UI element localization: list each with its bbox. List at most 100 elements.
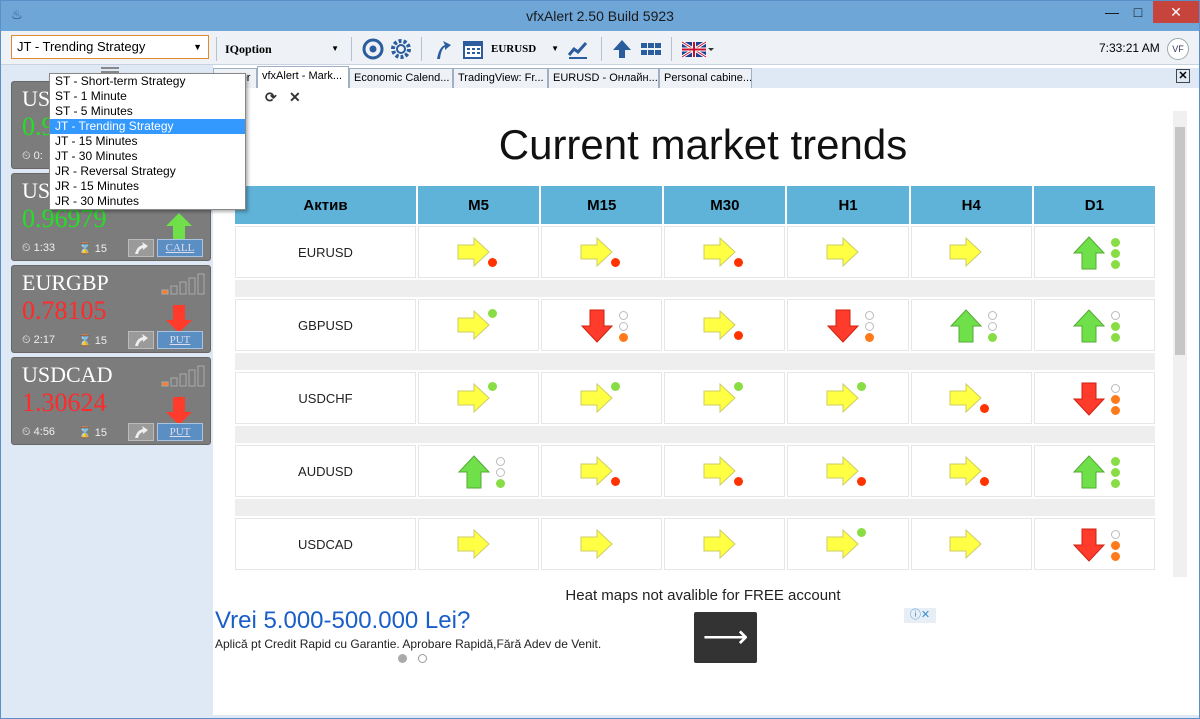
minimize-button[interactable]: — <box>1099 1 1125 23</box>
tab-3[interactable]: TradingView: Fr... <box>453 68 548 88</box>
strategy-option[interactable]: ST - 1 Minute <box>50 89 245 104</box>
maximize-button[interactable]: □ <box>1125 1 1151 23</box>
strategy-select[interactable]: JT - Trending Strategy ▼ <box>11 35 209 59</box>
close-button[interactable]: ✕ <box>1153 1 1199 23</box>
trend-right-arrow-icon <box>454 232 504 272</box>
put-button[interactable]: PUT <box>157 331 203 349</box>
vertical-scrollbar[interactable] <box>1173 111 1187 577</box>
chevron-down-icon: ▼ <box>193 42 202 52</box>
tab-5[interactable]: Personal cabine... <box>659 68 752 88</box>
strategy-option[interactable]: JT - 15 Minutes <box>50 134 245 149</box>
strategy-option[interactable]: JR - Reversal Strategy <box>50 164 245 179</box>
strategy-option[interactable]: ST - 5 Minutes <box>50 104 245 119</box>
strength-dot-red <box>733 477 743 486</box>
carousel-dot[interactable] <box>398 654 407 663</box>
hourglass-icon: ⌛ <box>78 427 95 439</box>
tab-1[interactable]: vfxAlert - Mark... <box>257 66 349 88</box>
trend-cell <box>787 299 909 351</box>
trend-down-arrow-icon <box>823 305 875 345</box>
ad-title[interactable]: Vrei 5.000-500.000 Lei? <box>215 607 470 635</box>
trend-cell <box>910 518 1032 570</box>
ad-info-icon[interactable]: ⓘ✕ <box>904 608 936 623</box>
strength-dot-empty <box>1111 311 1121 320</box>
table-row: EURUSD <box>235 226 1155 278</box>
pair-select[interactable]: EURUSD ▼ <box>491 39 561 59</box>
trend-up-arrow-icon <box>454 451 505 491</box>
tab-bar: BrokervfxAlert - Mark...Economic Calend.… <box>213 66 1199 88</box>
scroll-thumb[interactable] <box>1175 127 1185 355</box>
asset-cell: USDCAD <box>235 518 416 570</box>
put-button[interactable]: PUT <box>157 423 203 441</box>
trend-right-arrow-icon <box>577 232 627 272</box>
broker-select[interactable]: IQoption ▼ <box>225 39 343 59</box>
strategy-option[interactable]: JR - 15 Minutes <box>50 179 245 194</box>
strength-dot-green <box>1111 468 1121 477</box>
signal-expiry: ⌛ 15 <box>78 242 107 255</box>
chart-line-icon[interactable] <box>566 37 590 61</box>
strength-dot-green <box>988 333 998 342</box>
toolbar-divider <box>601 37 602 61</box>
clock-icon: ⏲ <box>22 334 34 346</box>
tab-2[interactable]: Economic Calend... <box>349 68 453 88</box>
signal-price: 1.30624 <box>22 388 107 417</box>
table-row: USDCHF <box>235 372 1155 424</box>
uk-flag-icon[interactable] <box>681 37 715 61</box>
trade-link-icon[interactable] <box>128 331 154 349</box>
column-header-m5: M5 <box>418 186 540 224</box>
row-separator <box>235 499 1155 516</box>
trend-right-arrow-icon <box>823 232 873 272</box>
trend-cell <box>787 445 909 497</box>
settings-icon[interactable] <box>389 37 413 61</box>
trend-up-arrow-icon <box>946 305 998 345</box>
toolbar-divider <box>216 37 217 61</box>
trend-right-arrow-icon <box>454 524 504 564</box>
strategy-option[interactable]: ST - Short-term Strategy <box>50 74 245 89</box>
user-icon[interactable]: VF <box>1167 38 1189 60</box>
refresh-icon[interactable]: ⟳ <box>265 89 277 106</box>
trade-link-icon[interactable] <box>128 239 154 257</box>
trend-cell <box>418 445 540 497</box>
trend-cell <box>910 226 1032 278</box>
strength-dot-green <box>1111 457 1121 466</box>
close-tab-icon[interactable]: ✕ <box>1176 69 1190 83</box>
signal-time: ⏲ 2:17 <box>22 334 55 347</box>
signal-strength-bars <box>148 364 208 387</box>
trend-cell <box>1033 226 1155 278</box>
row-separator <box>235 426 1155 443</box>
strategy-option[interactable]: JR - 30 Minutes <box>50 194 245 209</box>
strategy-option[interactable]: JT - 30 Minutes <box>50 149 245 164</box>
trend-cell <box>418 372 540 424</box>
asset-cell: USDCHF <box>235 372 416 424</box>
chrome-icon[interactable] <box>361 37 385 61</box>
trend-cell <box>541 518 663 570</box>
carousel-dot[interactable] <box>418 654 427 663</box>
signal-card[interactable]: USDCAD 1.30624 ⏲ 4:56 ⌛ 15 PUT <box>11 357 211 445</box>
trend-cell <box>541 226 663 278</box>
heat-map-note: Heat maps not avalible for FREE account <box>565 587 841 604</box>
up-arrow-icon[interactable] <box>610 37 634 61</box>
call-button[interactable]: CALL <box>157 239 203 257</box>
strength-dot-empty <box>865 311 875 320</box>
trend-right-arrow-icon <box>700 524 750 564</box>
grid-icon[interactable] <box>639 37 663 61</box>
clock-icon: ⏲ <box>22 242 34 254</box>
clock-icon: ⏲ <box>22 426 34 438</box>
trend-cell <box>541 445 663 497</box>
stop-icon[interactable]: ✕ <box>289 89 301 106</box>
strategy-option[interactable]: JT - Trending Strategy <box>50 119 245 134</box>
signal-card[interactable]: EURGBP 0.78105 ⏲ 2:17 ⌛ 15 PUT <box>11 265 211 353</box>
signal-pair: USDCAD <box>22 362 113 387</box>
trend-arrow-icon[interactable] <box>431 37 455 61</box>
ad-arrow-button[interactable]: ⟶ <box>694 612 757 663</box>
trend-right-arrow-icon <box>577 378 627 418</box>
tab-4[interactable]: EURUSD - Онлайн... <box>548 68 659 88</box>
strength-dot-orange <box>1111 406 1121 415</box>
table-body: EURUSD GBPUSD USDCHF AUDUSD USDCAD <box>235 226 1155 570</box>
toolbar-divider <box>421 37 422 61</box>
signal-time-value: 0: <box>33 150 43 162</box>
signal-expiry: ⌛ 15 <box>78 334 107 347</box>
strength-dot-orange <box>865 333 875 342</box>
trend-right-arrow-icon <box>577 451 627 491</box>
calendar-icon[interactable] <box>461 37 485 61</box>
trade-link-icon[interactable] <box>128 423 154 441</box>
